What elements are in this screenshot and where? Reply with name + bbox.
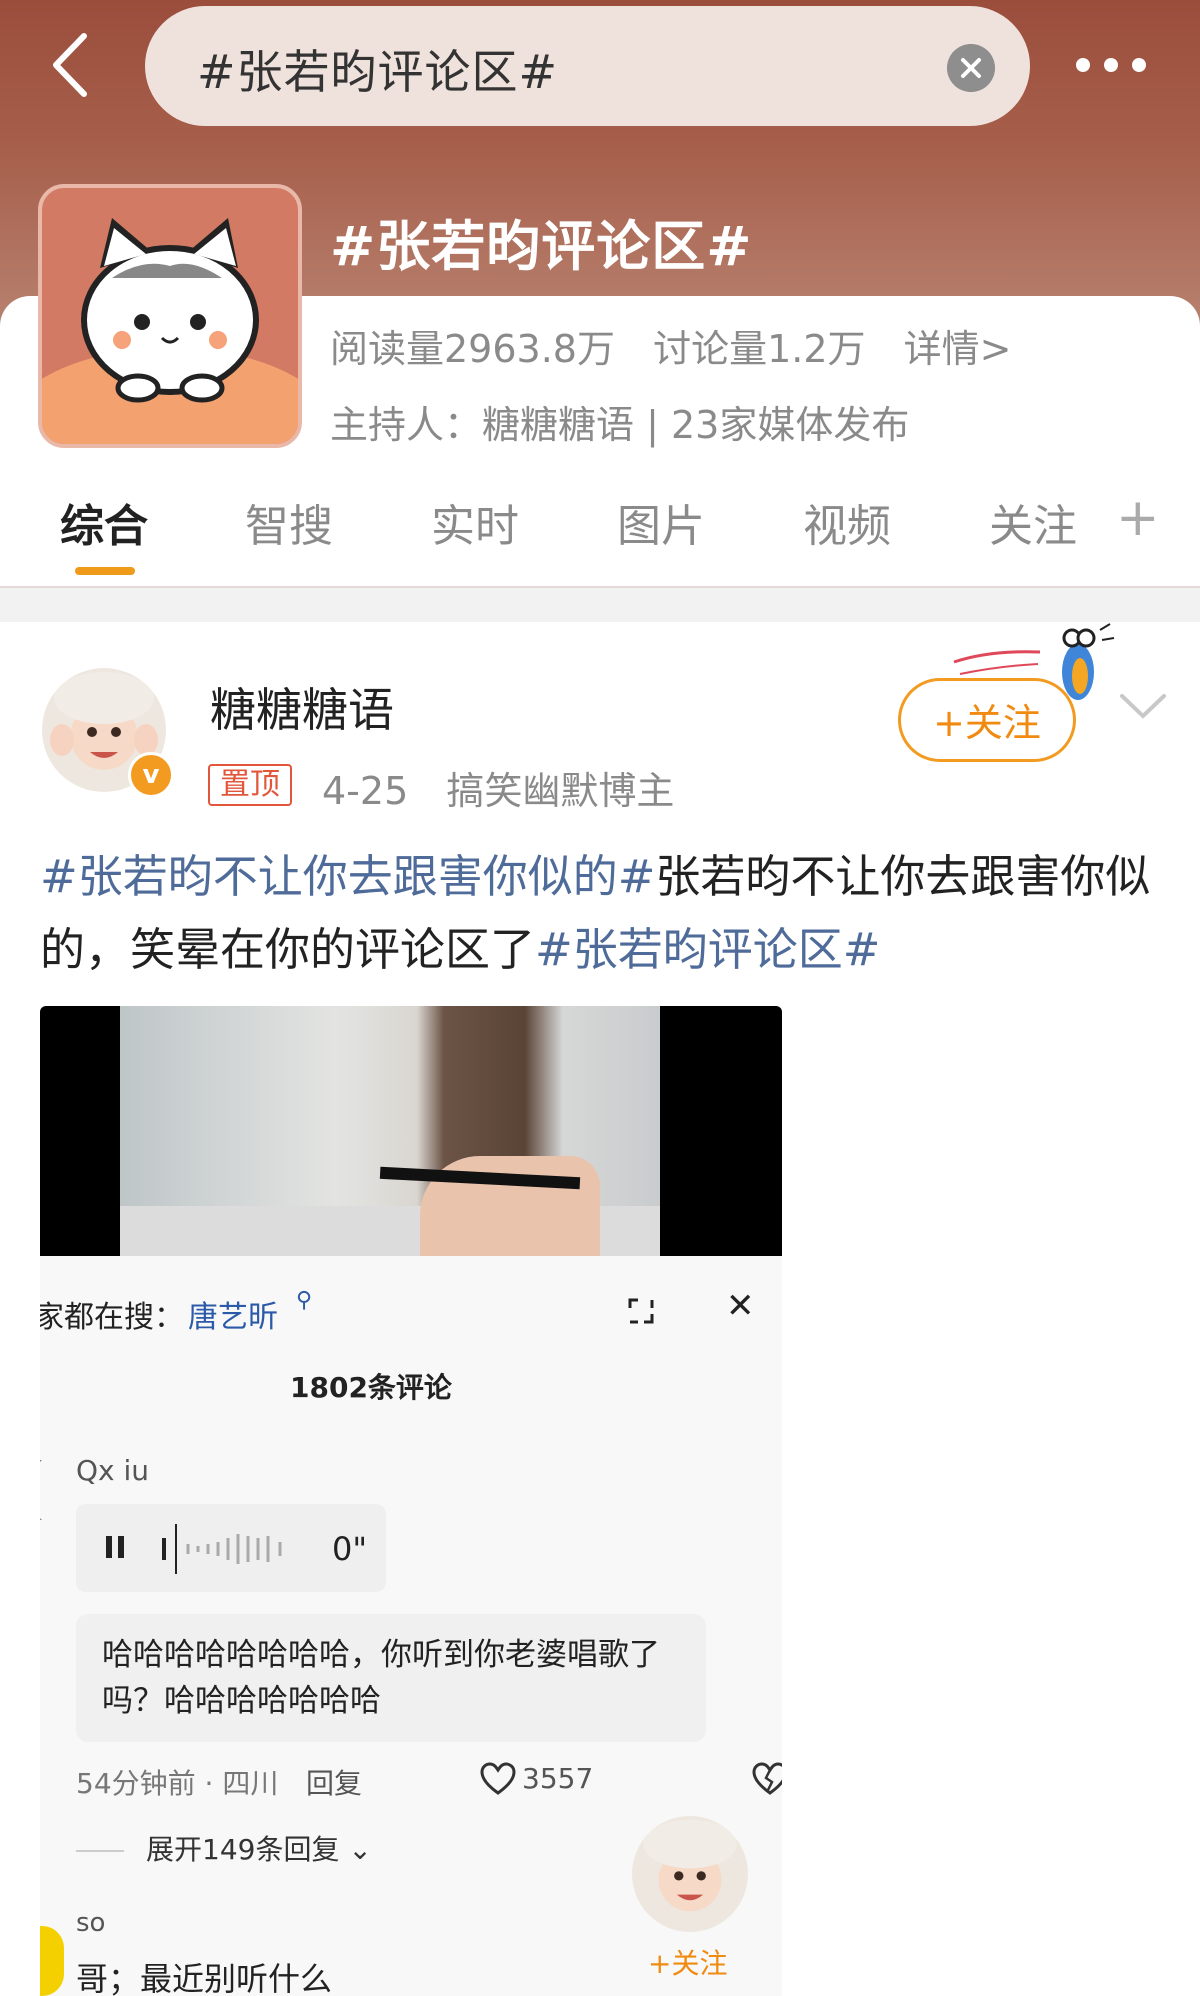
like-count: 3557: [522, 1762, 594, 1795]
post-date: 4-25: [322, 769, 409, 813]
tab-smart-search[interactable]: 智搜: [245, 490, 333, 554]
follow-button[interactable]: +关注: [898, 678, 1076, 762]
tab-comprehensive[interactable]: 综合: [60, 490, 148, 554]
commenter-name: Qx iu: [76, 1454, 150, 1487]
comment-text: 哈哈哈哈哈哈哈哈，你听到你老婆唱歌了吗？哈哈哈哈哈哈哈: [102, 1637, 660, 1719]
chevron-left-icon[interactable]: [44, 30, 100, 100]
commenter-name: so: [76, 1908, 106, 1938]
cat-mascot-icon: [42, 218, 298, 444]
post-image[interactable]: 家都在搜： 唐艺昕 ⚲ ✕ 1802条评论 Qx iu 0" 哈哈哈哈哈哈哈哈，…: [40, 1006, 782, 1996]
expand-replies-label: 展开149条回复: [146, 1833, 340, 1866]
heart-icon: [480, 1762, 516, 1795]
close-icon: ✕: [726, 1286, 755, 1326]
expand-replies: 展开149条回复 ⌄: [76, 1828, 372, 1868]
comment-reply: 回复: [306, 1767, 363, 1800]
broken-heart-icon: [752, 1762, 782, 1795]
avatar: [632, 1816, 748, 1932]
comment-meta: 54分钟前 · 四川 回复 3557: [76, 1758, 782, 1802]
chevron-down-icon: ⌄: [339, 1833, 372, 1866]
topic-logo: [38, 184, 302, 448]
voice-duration: 0": [332, 1530, 368, 1568]
voice-message: 0": [76, 1504, 386, 1592]
video-frame: [40, 1006, 782, 1256]
topic-host: 主持人：糖糖糖语 | 23家媒体发布: [330, 403, 910, 447]
tab-realtime[interactable]: 实时: [431, 490, 519, 554]
add-tab-icon[interactable]: +: [1116, 488, 1160, 548]
verified-badge-icon: v: [128, 752, 174, 798]
tab-bar: 综合 智搜 实时 图片 视频 关注 +: [0, 468, 1200, 588]
pause-icon: [106, 1536, 124, 1558]
hashtag-link[interactable]: #张若昀不让你去跟害你似的#: [40, 850, 655, 903]
comment-time-location: 54分钟前 · 四川: [76, 1767, 279, 1800]
active-tab-indicator: [75, 567, 135, 575]
comment-text: 哥；最近别听什么: [76, 1960, 333, 1996]
more-dots-icon[interactable]: [1072, 52, 1152, 78]
discussion-count: 讨论量1.2万: [653, 327, 866, 371]
post-card: v 糖糖糖语 置顶 4-25 搞笑幽默博主 +关注 #张若昀不让你去跟害你似的#…: [0, 622, 1200, 1996]
pinned-badge: 置顶: [208, 764, 292, 806]
waveform-icon: [162, 1524, 282, 1574]
post-text: #张若昀不让你去跟害你似的#张若昀不让你去跟害你似的，笑晕在你的评论区了#张若昀…: [40, 840, 1160, 986]
comment-count: 1802条评论: [290, 1371, 452, 1404]
trending-search-row: 家都在搜： 唐艺昕 ⚲ ✕: [40, 1284, 782, 1344]
topic-stats: 阅读量2963.8万 讨论量1.2万 详情>: [330, 318, 1037, 373]
tab-videos[interactable]: 视频: [803, 490, 891, 554]
trending-term: 唐艺昕: [188, 1300, 278, 1335]
trending-label: 家都在搜：: [40, 1300, 184, 1335]
tab-images[interactable]: 图片: [617, 490, 705, 554]
chevron-down-icon[interactable]: [1118, 688, 1168, 724]
cropped-avatar: [40, 1460, 49, 1520]
author-name[interactable]: 糖糖糖语: [210, 674, 394, 740]
author-tag: 搞笑幽默博主: [446, 769, 675, 813]
post-meta: 4-25 搞笑幽默博主: [322, 760, 700, 815]
search-input[interactable]: #张若昀评论区#: [145, 6, 1030, 126]
read-count: 阅读量2963.8万: [330, 327, 615, 371]
embedded-follow-label: +关注: [648, 1947, 728, 1980]
comment-bubble: 哈哈哈哈哈哈哈哈，你听到你老婆唱歌了吗？哈哈哈哈哈哈哈: [76, 1614, 706, 1742]
topic-title: #张若昀评论区#: [330, 215, 753, 278]
search-icon: ⚲: [296, 1288, 313, 1313]
tab-following[interactable]: 关注: [989, 490, 1077, 554]
expand-icon: [628, 1298, 654, 1324]
details-link[interactable]: 详情>: [904, 327, 1012, 371]
clear-icon[interactable]: [947, 44, 995, 92]
cropped-avatar: [40, 1926, 64, 1996]
search-query: #张若昀评论区#: [197, 45, 559, 99]
hashtag-link[interactable]: #张若昀评论区#: [535, 923, 880, 976]
